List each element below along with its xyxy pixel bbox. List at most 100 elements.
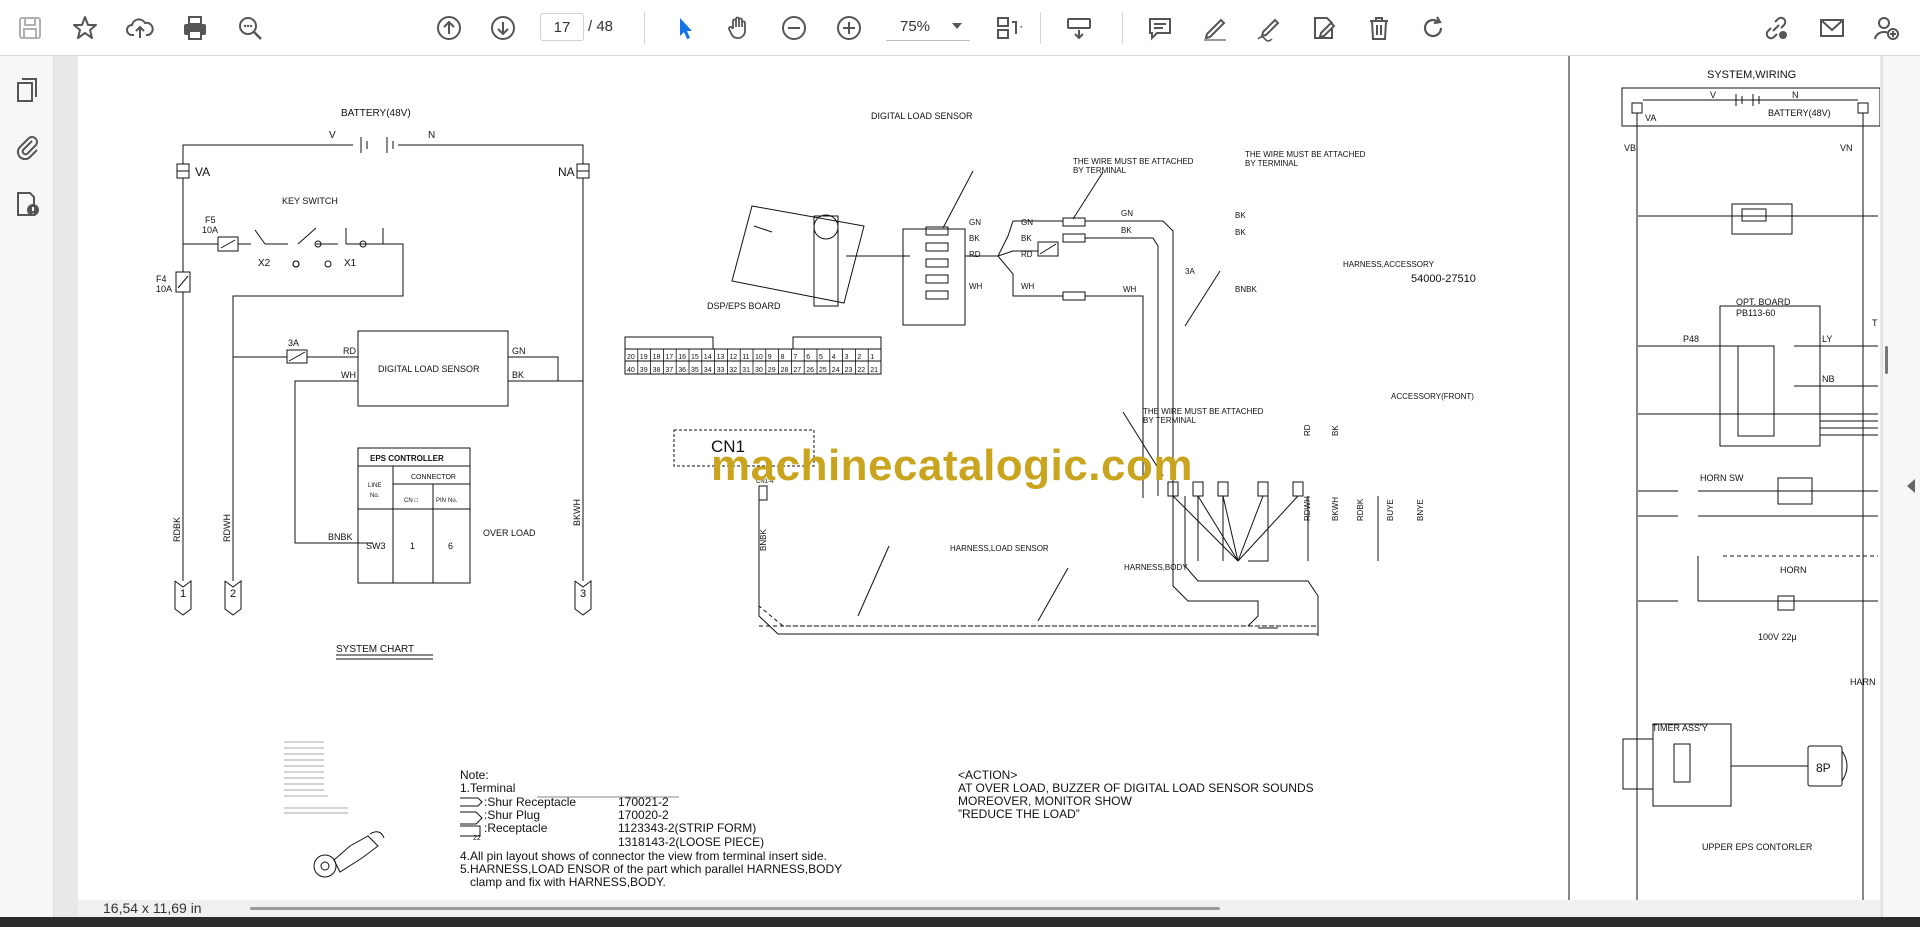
horizontal-scrollbar[interactable] (250, 907, 1220, 910)
attachment-icon[interactable] (9, 128, 45, 164)
terminal-1: 1 (180, 588, 186, 600)
expand-right-arrow-icon[interactable] (1907, 479, 1915, 493)
pin-number: 32 (729, 367, 737, 374)
pin-number: 13 (717, 354, 725, 361)
print-icon[interactable] (177, 10, 213, 46)
chevron-down-icon (952, 23, 962, 29)
wh-wire-label-right: WH (969, 282, 983, 291)
cn-column-label: CN □ (404, 498, 418, 504)
save-icon[interactable] (12, 10, 48, 46)
mail-icon[interactable] (1814, 10, 1850, 46)
add-user-icon[interactable] (1868, 10, 1904, 46)
v-label: V (329, 130, 336, 141)
cloud-upload-icon[interactable] (122, 10, 158, 46)
pin-number: 29 (768, 367, 776, 374)
search-text-icon[interactable] (232, 10, 268, 46)
pin-number: 5 (819, 354, 823, 361)
nb-label: NB (1822, 374, 1835, 384)
share-link-icon[interactable] (1758, 10, 1794, 46)
hand-tool-icon[interactable] (721, 10, 757, 46)
note-shur-receptacle: :Shur Receptacle (484, 795, 576, 809)
pin-number: 18 (653, 354, 661, 361)
zoom-in-icon[interactable] (831, 10, 867, 46)
note-receptacle: :Receptacle (484, 821, 548, 835)
wire-attach-3a: THE WIRE MUST BE ATTACHED (1143, 407, 1264, 416)
key-switch-label: KEY SWITCH (282, 196, 338, 206)
keyboard-icon[interactable] (1061, 10, 1097, 46)
ly-label: LY (1822, 334, 1832, 344)
draw-signature-icon[interactable] (1251, 10, 1287, 46)
gn-label: GN (512, 346, 526, 356)
pin-number: 9 (768, 354, 772, 361)
previous-page-icon[interactable] (431, 10, 467, 46)
terminal-2: 2 (230, 588, 236, 600)
note-5a: 5.HARNESS,LOAD ENSOR of the part which p… (460, 862, 842, 876)
pin-number: 21 (870, 367, 878, 374)
vertical-scrollbar[interactable] (1885, 346, 1888, 374)
zoom-select[interactable]: 75% (886, 13, 970, 41)
terminal-3: 3 (580, 588, 586, 600)
wire-attach-1a: THE WIRE MUST BE ATTACHED (1073, 157, 1194, 166)
pin-number: 35 (691, 367, 699, 374)
note-receptacle-no1: 1123343-2(STRIP FORM) (618, 821, 756, 835)
page-number-input[interactable]: 17 (540, 13, 584, 41)
toolbar-separator (1040, 12, 1041, 44)
eps-controller-label: EPS CONTROLLER (370, 454, 444, 463)
pin-number: 10 (755, 354, 763, 361)
zoom-value: 75% (900, 18, 931, 35)
accessory-front-label: ACCESSORY(FRONT) (1391, 392, 1474, 401)
rdbk-label: RDBK (172, 517, 182, 542)
pin-number: 31 (742, 367, 750, 374)
system-wiring-title: SYSTEM,WIRING (1707, 69, 1796, 81)
fuse-3a-acc-label: 3A (1185, 267, 1195, 276)
highlight-pen-icon[interactable] (1197, 10, 1233, 46)
document-info-icon[interactable] (9, 186, 45, 222)
f5-amp-label: 10A (202, 225, 218, 235)
pin-number: 25 (819, 367, 827, 374)
rdwh-vertical-label: RDWH (1303, 496, 1312, 521)
action-1: AT OVER LOAD, BUZZER OF DIGITAL LOAD SEN… (958, 781, 1314, 795)
note-shur-receptacle-no: 170021-2 (618, 795, 669, 809)
zoom-out-icon[interactable] (776, 10, 812, 46)
trash-icon[interactable] (1361, 10, 1397, 46)
note-1: 1.Terminal (460, 781, 515, 795)
dsp-board-label: DSP/EPS BOARD (707, 301, 781, 311)
action-title: <ACTION> (958, 768, 1017, 782)
va-right-label: VA (1645, 113, 1656, 123)
pin-number: 37 (665, 367, 673, 374)
right-sidebar (1882, 56, 1920, 917)
horn-label: HORN (1780, 565, 1807, 575)
pin-number: 24 (832, 367, 840, 374)
harness-accessory-number: 54000-27510 (1411, 273, 1476, 285)
gn-acc-label: GN (1121, 209, 1133, 218)
stamp-edit-icon[interactable] (1306, 10, 1342, 46)
over-load-label: OVER LOAD (483, 528, 536, 538)
star-icon[interactable] (67, 10, 103, 46)
select-cursor-icon[interactable] (667, 10, 703, 46)
connector-value: 1 (410, 541, 415, 551)
rotate-icon[interactable] (1415, 10, 1451, 46)
action-2: MOREOVER, MONITOR SHOW (958, 794, 1132, 808)
next-page-icon[interactable] (485, 10, 521, 46)
page-total: / 48 (588, 18, 614, 35)
pin-number: 16 (678, 354, 686, 361)
page-thumbnails-icon[interactable] (9, 72, 45, 108)
note-4: 4.All pin layout shows of connector the … (460, 849, 827, 863)
taskbar-strip (0, 917, 1920, 927)
pin-number: 15 (691, 354, 699, 361)
pin-no-label-2: No. (448, 498, 458, 504)
gn-wire-label-right: GN (969, 218, 981, 227)
f5-label: F5 (205, 215, 216, 225)
page-layout-icon[interactable] (990, 10, 1026, 46)
system-chart-title: SYSTEM CHART (336, 644, 414, 655)
bk-wire-label: BK (1021, 234, 1032, 243)
pin-number: 22 (857, 367, 865, 374)
comment-icon[interactable] (1142, 10, 1178, 46)
bnye-vertical-label: BNYE (1416, 499, 1425, 521)
pin-number: 4 (832, 354, 836, 361)
page-size-label: 16,54 x 11,69 in (103, 900, 202, 916)
wire-attach-2b: BY TERMINAL (1245, 159, 1299, 168)
vn-label: VN (1840, 143, 1853, 153)
bkwh-label: BKWH (572, 499, 582, 526)
pin-number: 38 (653, 367, 661, 374)
